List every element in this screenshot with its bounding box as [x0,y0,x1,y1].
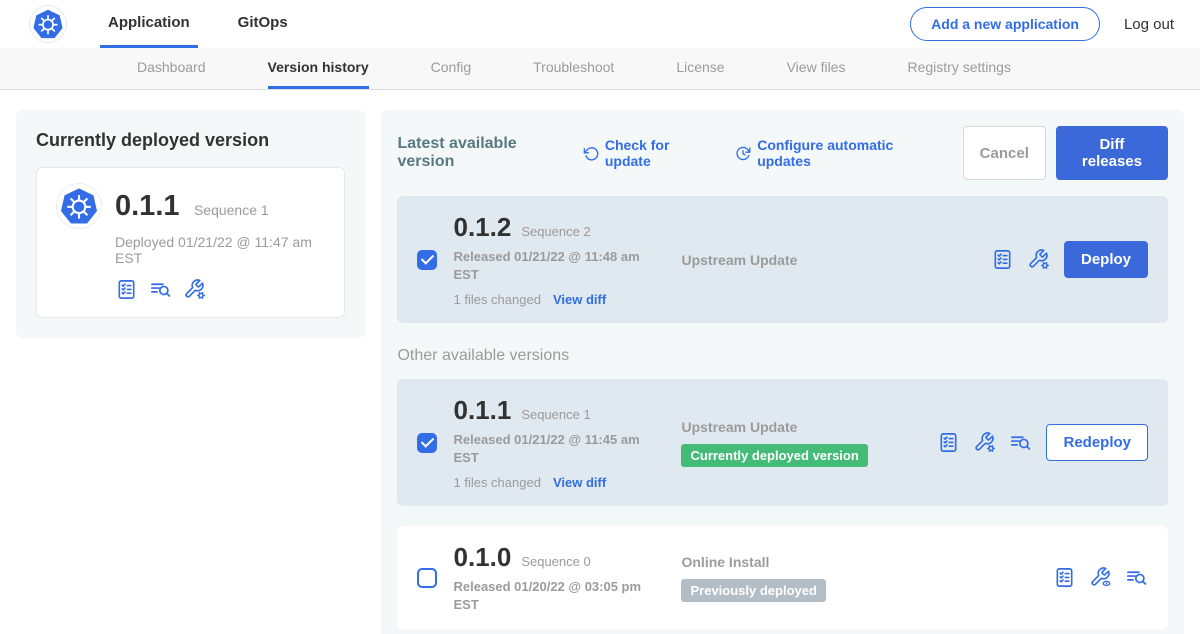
latest-version-title: Latest available version [397,135,568,171]
cancel-button[interactable]: Cancel [963,126,1046,180]
preflight-checklist-icon[interactable] [991,248,1014,271]
other-versions-title: Other available versions [397,347,1168,365]
preflight-checklist-icon[interactable] [115,278,138,301]
tab-version-history[interactable]: Version history [268,48,369,89]
view-files-magnifier-icon[interactable] [1125,566,1148,589]
version-card-0-1-1: 0.1.1 Sequence 1 Released 01/21/22 @ 11:… [397,379,1168,506]
config-wrench-gear-icon[interactable] [973,431,996,454]
version-history-panel: Latest available version Check for updat… [381,110,1184,634]
view-diff-link[interactable]: View diff [553,292,606,307]
version-source-label: Upstream Update [681,252,797,268]
version-number: 0.1.2 [453,212,511,243]
files-changed-label: 1 files changed [453,475,540,490]
refresh-icon [583,145,599,162]
sequence-label: Sequence 2 [521,224,590,239]
top-nav: Application GitOps Add a new application… [0,0,1200,48]
version-card-0-1-2: 0.1.2 Sequence 2 Released 01/21/22 @ 11:… [397,196,1168,323]
version-source-label: Online Install [681,554,769,570]
version-number: 0.1.1 [453,395,511,426]
currently-deployed-badge: Currently deployed version [681,444,867,467]
version-checkbox[interactable] [417,433,437,453]
version-source-label: Upstream Update [681,419,797,435]
sequence-label: Sequence 0 [521,554,590,569]
redeploy-button[interactable]: Redeploy [1046,424,1148,461]
diff-releases-button[interactable]: Diff releases [1056,126,1168,180]
preflight-checklist-icon[interactable] [937,431,960,454]
deployed-sequence-label: Sequence 1 [194,202,269,218]
view-files-magnifier-icon[interactable] [1009,431,1032,454]
app-logo-icon [57,184,101,228]
released-timestamp: Released 01/21/22 @ 11:45 am EST [453,431,649,466]
tab-view-files[interactable]: View files [787,48,846,89]
released-timestamp: Released 01/20/22 @ 03:05 pm EST [453,578,649,613]
main-content: Currently deployed version 0.1.1 Sequenc… [0,90,1200,634]
view-diff-link[interactable]: View diff [553,475,606,490]
tab-troubleshoot[interactable]: Troubleshoot [533,48,614,89]
tab-registry-settings[interactable]: Registry settings [907,48,1010,89]
deployed-version-card: 0.1.1 Sequence 1 Deployed 01/21/22 @ 11:… [36,167,345,318]
tab-application[interactable]: Application [100,0,198,48]
preflight-checklist-icon[interactable] [1053,566,1076,589]
previously-deployed-badge: Previously deployed [681,579,825,602]
logout-button[interactable]: Log out [1124,16,1174,33]
deployed-version-number: 0.1.1 [115,190,180,222]
check-for-update-link[interactable]: Check for update [583,137,713,169]
version-card-0-1-0: 0.1.0 Sequence 0 Released 01/20/22 @ 03:… [397,526,1168,629]
tab-license[interactable]: License [676,48,724,89]
view-files-magnifier-icon[interactable] [149,278,172,301]
tab-gitops[interactable]: GitOps [230,0,296,48]
version-checkbox[interactable] [417,250,437,270]
version-number: 0.1.0 [453,542,511,573]
kubernetes-logo-icon [30,6,66,42]
released-timestamp: Released 01/21/22 @ 11:48 am EST [453,248,649,283]
deployed-timestamp: Deployed 01/21/22 @ 11:47 am EST [115,234,324,266]
app-subnav: Dashboard Version history Config Trouble… [0,48,1200,90]
deployed-panel-title: Currently deployed version [36,130,345,151]
files-changed-label: 1 files changed [453,292,540,307]
header-tabs: Application GitOps [100,0,296,48]
header-right: Add a new application Log out [910,0,1174,48]
tab-dashboard[interactable]: Dashboard [137,48,206,89]
currently-deployed-panel: Currently deployed version 0.1.1 Sequenc… [16,110,365,338]
sequence-label: Sequence 1 [521,407,590,422]
configure-updates-label: Configure automatic updates [757,137,940,169]
tab-config[interactable]: Config [431,48,471,89]
configure-updates-link[interactable]: Configure automatic updates [735,137,941,169]
config-wrench-gear-icon[interactable] [183,278,206,301]
config-wrench-gear-icon[interactable] [1027,248,1050,271]
version-checkbox[interactable] [417,568,437,588]
check-for-update-label: Check for update [605,137,713,169]
add-application-button[interactable]: Add a new application [910,7,1100,41]
deploy-button[interactable]: Deploy [1064,241,1148,278]
config-wrench-eye-icon[interactable] [1089,566,1112,589]
clock-refresh-icon [735,145,751,162]
latest-version-header: Latest available version Check for updat… [397,126,1168,180]
